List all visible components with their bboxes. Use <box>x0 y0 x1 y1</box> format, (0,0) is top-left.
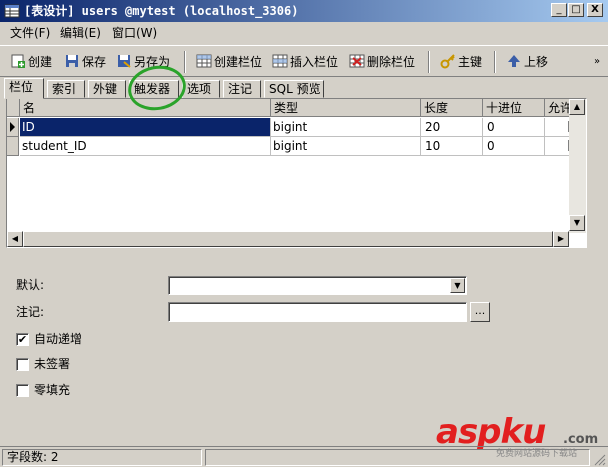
cell-nullable[interactable] <box>545 118 569 137</box>
create-label: 创建 <box>28 55 53 69</box>
resize-grip-icon[interactable] <box>592 452 606 466</box>
create-button[interactable]: 创建 <box>10 52 52 72</box>
zerofill-label: 零填充 <box>34 383 71 397</box>
unsigned-checkbox[interactable] <box>16 358 29 371</box>
move-up-button[interactable]: 上移 <box>506 52 548 72</box>
primary-key-label: 主键 <box>458 55 483 69</box>
scroll-right-button[interactable]: ▶ <box>553 231 569 247</box>
default-dropdown[interactable]: ▼ <box>168 276 467 295</box>
new-table-icon <box>11 54 25 68</box>
field-count-status: 字段数: 2 <box>2 449 202 466</box>
column-header-nullable[interactable]: 允许空 <box>545 99 569 117</box>
cell-name[interactable]: student_ID <box>20 137 271 156</box>
tab-options[interactable]: 选项 <box>182 80 220 98</box>
table-design-icon <box>4 4 20 18</box>
tab-strip: 栏位 索引 外键 触发器 选项 注记 SQL 预览 <box>0 78 608 99</box>
tab-indexes[interactable]: 索引 <box>47 80 85 98</box>
cell-decimals[interactable]: 0 <box>483 137 545 156</box>
cell-decimals[interactable]: 0 <box>483 118 545 137</box>
column-header-type[interactable]: 类型 <box>271 99 421 117</box>
default-label: 默认: <box>16 278 45 292</box>
cell-type[interactable]: bigint <box>271 137 421 156</box>
toolbar-separator <box>494 51 496 73</box>
comment-label: 注记: <box>16 305 45 319</box>
create-column-button[interactable]: 创建栏位 <box>196 52 262 72</box>
primary-key-button[interactable]: 主键 <box>440 52 482 72</box>
auto-increment-label: 自动递增 <box>34 332 83 346</box>
insert-column-label: 插入栏位 <box>290 55 339 69</box>
close-button[interactable]: X <box>587 3 603 17</box>
watermark-domain: .com <box>563 432 599 447</box>
grid-corner <box>7 99 20 117</box>
vertical-scrollbar[interactable]: ▲ ▼ <box>569 99 586 233</box>
cell-nullable[interactable] <box>545 137 569 156</box>
toolbar-overflow-icon[interactable]: » <box>594 56 600 67</box>
grid-add-icon <box>196 54 212 68</box>
title-bar: [表设计] users @mytest (localhost_3306) _ □… <box>0 0 608 22</box>
status-panel <box>205 449 590 466</box>
tab-comment[interactable]: 注记 <box>223 80 261 98</box>
scroll-up-button[interactable]: ▲ <box>569 99 585 115</box>
arrow-up-icon <box>508 55 520 67</box>
tab-foreign-keys[interactable]: 外键 <box>88 80 126 98</box>
grid-viewport: 名 类型 长度 十进位 允许空 ID bigint 20 0 student_I… <box>7 99 569 233</box>
menu-window[interactable]: 窗口(W) <box>110 25 159 41</box>
save-as-icon <box>118 55 131 68</box>
create-column-label: 创建栏位 <box>214 55 263 69</box>
status-bar: 字段数: 2 <box>0 446 608 467</box>
grid-delete-icon <box>349 54 365 68</box>
toolbar-separator <box>428 51 430 73</box>
toolbar-separator <box>184 51 186 73</box>
column-header-decimals[interactable]: 十进位 <box>483 99 545 117</box>
row-indicator[interactable] <box>7 137 19 156</box>
insert-column-button[interactable]: 插入栏位 <box>272 52 338 72</box>
move-up-label: 上移 <box>524 55 549 69</box>
row-indicator[interactable] <box>7 118 19 137</box>
horizontal-scrollbar[interactable]: ◀ ▶ <box>7 231 569 247</box>
save-button[interactable]: 保存 <box>64 52 106 72</box>
cell-type[interactable]: bigint <box>271 118 421 137</box>
scroll-left-button[interactable]: ◀ <box>7 231 23 247</box>
save-label: 保存 <box>82 55 107 69</box>
menu-bar: 文件(F) 编辑(E) 窗口(W) <box>0 23 608 43</box>
menu-file[interactable]: 文件(F) <box>8 25 52 41</box>
minimize-button[interactable]: _ <box>551 3 567 17</box>
cell-length[interactable]: 10 <box>421 137 483 156</box>
tab-fields[interactable]: 栏位 <box>4 78 44 99</box>
unsigned-label: 未签署 <box>34 357 71 371</box>
grid-insert-icon <box>272 54 288 68</box>
comment-browse-button[interactable]: ... <box>470 302 490 322</box>
auto-increment-checkbox[interactable]: ✔ <box>16 333 29 346</box>
comment-input[interactable] <box>168 302 467 322</box>
current-row-arrow-icon <box>10 122 15 132</box>
cell-length[interactable]: 20 <box>421 118 483 137</box>
fields-grid[interactable]: 名 类型 长度 十进位 允许空 ID bigint 20 0 student_I… <box>6 98 587 248</box>
toolbar: 创建 保存 另存为 创建栏位 插入栏位 删除栏位 主键 上移 » <box>0 45 608 77</box>
horizontal-scroll-thumb[interactable] <box>23 231 553 247</box>
window-title: [表设计] users @mytest (localhost_3306) <box>24 4 299 18</box>
maximize-button[interactable]: □ <box>568 3 584 17</box>
cell-name[interactable]: ID <box>20 118 271 137</box>
delete-column-label: 删除栏位 <box>367 55 416 69</box>
delete-column-button[interactable]: 删除栏位 <box>349 52 415 72</box>
scroll-down-button[interactable]: ▼ <box>569 215 585 231</box>
zerofill-checkbox[interactable] <box>16 384 29 397</box>
chevron-down-icon[interactable]: ▼ <box>450 278 465 293</box>
column-header-length[interactable]: 长度 <box>421 99 483 117</box>
menu-edit[interactable]: 编辑(E) <box>58 25 103 41</box>
tab-sql-preview[interactable]: SQL 预览 <box>264 80 324 98</box>
save-icon <box>66 55 78 67</box>
key-icon <box>440 54 455 69</box>
